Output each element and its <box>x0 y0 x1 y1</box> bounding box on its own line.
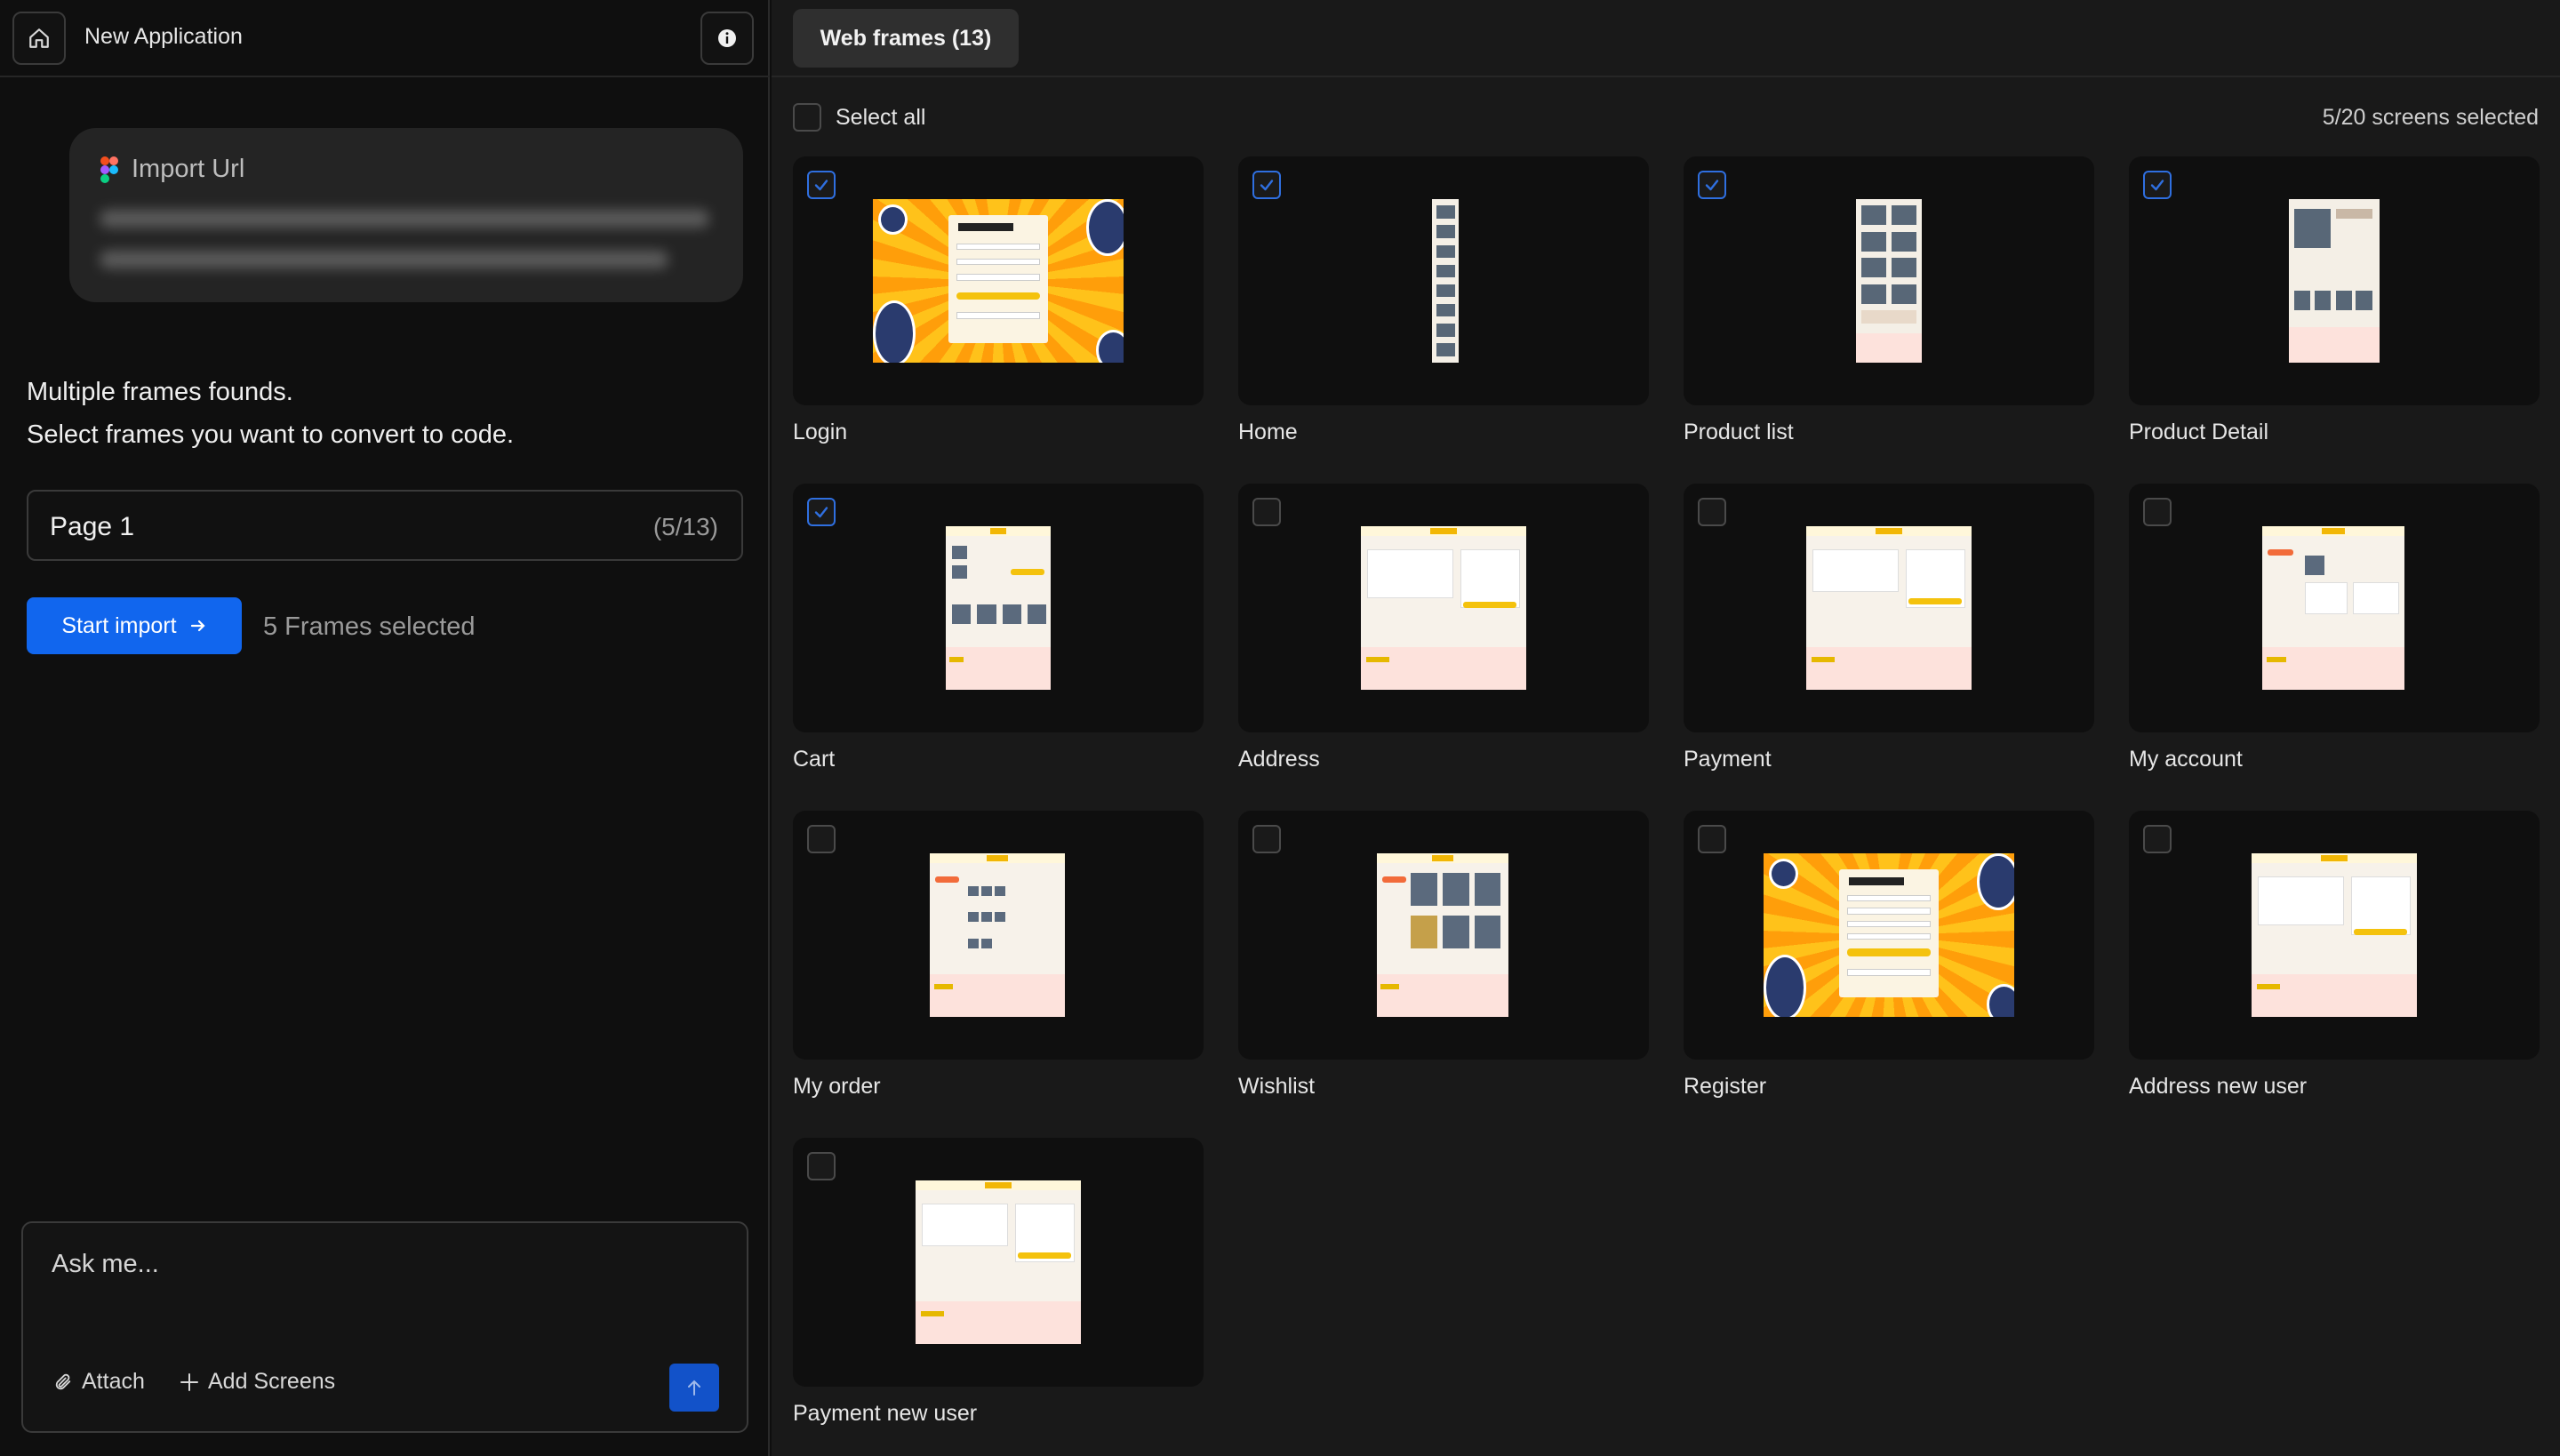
frame-label: Payment <box>1684 747 1772 772</box>
frame-label: Payment new user <box>793 1401 978 1426</box>
arrow-up-icon <box>688 1380 700 1396</box>
page-select[interactable]: Page 1 (5/13) <box>27 490 743 561</box>
check-icon <box>814 507 828 518</box>
frame-thumbnail <box>873 199 1124 363</box>
frame-preview[interactable] <box>1238 484 1649 732</box>
plus-icon <box>180 1372 198 1391</box>
frame-checkbox[interactable] <box>807 825 836 853</box>
frame-preview[interactable] <box>2129 156 2540 405</box>
frame-checkbox[interactable] <box>2143 171 2172 199</box>
frame-preview[interactable] <box>793 156 1204 405</box>
frame-thumbnail <box>1856 199 1922 363</box>
chat-box[interactable]: Ask me... Attach Add Screens <box>21 1221 748 1433</box>
select-all-label: Select all <box>836 104 926 130</box>
left-panel: New Application Import Url Multiple fram… <box>0 0 770 1456</box>
frame-label: Cart <box>793 747 836 772</box>
start-import-label: Start import <box>61 612 177 638</box>
info-button[interactable] <box>700 12 754 65</box>
add-screens-label: Add Screens <box>208 1369 336 1394</box>
frame-checkbox[interactable] <box>2143 825 2172 853</box>
frame-preview[interactable] <box>1238 811 1649 1060</box>
check-icon <box>2150 180 2164 191</box>
status-message: Multiple frames founds. <box>27 378 293 406</box>
start-import-button[interactable]: Start import <box>27 597 242 654</box>
frame-checkbox[interactable] <box>1698 171 1726 199</box>
instruction-message: Select frames you want to convert to cod… <box>27 420 515 449</box>
frame-label: Address <box>1238 747 1320 772</box>
frame-checkbox[interactable] <box>1252 825 1281 853</box>
blurred-url-line <box>100 251 668 268</box>
frames-header: Web frames (13) <box>772 0 2560 77</box>
frame-preview[interactable] <box>793 484 1204 732</box>
frame-thumbnail <box>1806 526 1972 690</box>
frame-preview[interactable] <box>793 1138 1204 1387</box>
screens-selected-count: 5/20 screens selected <box>2322 105 2539 130</box>
tab-web-frames[interactable]: Web frames (13) <box>793 9 1019 68</box>
frame-preview[interactable] <box>1238 156 1649 405</box>
blurred-url-line <box>100 210 709 228</box>
chat-input[interactable]: Ask me... <box>52 1250 159 1279</box>
frame-thumbnail <box>930 853 1065 1017</box>
frame-preview[interactable] <box>1684 811 2094 1060</box>
frame-checkbox[interactable] <box>1698 825 1726 853</box>
frame-preview[interactable] <box>2129 484 2540 732</box>
frame-checkbox[interactable] <box>807 498 836 526</box>
frame-thumbnail <box>916 1180 1081 1344</box>
frame-label: My account <box>2129 747 2243 772</box>
frame-thumbnail <box>1361 526 1526 690</box>
page-frame-count: (5/13) <box>652 513 718 540</box>
frame-checkbox[interactable] <box>1252 171 1281 199</box>
frame-thumbnail <box>2252 853 2417 1017</box>
home-button[interactable] <box>12 12 66 65</box>
frame-checkbox[interactable] <box>1252 498 1281 526</box>
import-url-label: Import Url <box>132 155 245 183</box>
frame-label: Product Detail <box>2129 420 2269 444</box>
add-screens-button[interactable]: Add Screens <box>180 1369 335 1395</box>
check-icon <box>814 180 828 191</box>
frame-checkbox[interactable] <box>807 171 836 199</box>
check-icon <box>1705 180 1719 191</box>
frame-thumbnail <box>1432 199 1459 363</box>
home-icon <box>29 28 49 48</box>
attach-label: Attach <box>82 1369 145 1394</box>
frame-label: Address new user <box>2129 1074 2308 1099</box>
frame-thumbnail <box>1377 853 1508 1017</box>
paperclip-icon <box>55 1373 71 1389</box>
frame-label: Wishlist <box>1238 1074 1316 1099</box>
attach-button[interactable]: Attach <box>53 1369 145 1395</box>
frame-thumbnail <box>946 526 1051 690</box>
frame-preview[interactable] <box>2129 811 2540 1060</box>
info-icon <box>718 29 736 47</box>
left-header: New Application <box>0 0 770 77</box>
frame-preview[interactable] <box>1684 484 2094 732</box>
frame-checkbox[interactable] <box>807 1152 836 1180</box>
frame-label: Register <box>1684 1074 1767 1099</box>
frame-label: Login <box>793 420 848 444</box>
frame-thumbnail <box>1764 853 2014 1017</box>
frame-preview[interactable] <box>793 811 1204 1060</box>
frame-checkbox[interactable] <box>2143 498 2172 526</box>
frame-label: Home <box>1238 420 1298 444</box>
frame-preview[interactable] <box>1684 156 2094 405</box>
import-url-card[interactable]: Import Url <box>69 128 743 302</box>
select-all-row[interactable]: Select all <box>793 103 925 132</box>
frame-thumbnail <box>2289 199 2380 363</box>
frame-thumbnail <box>2262 526 2404 690</box>
frame-label: Product list <box>1684 420 1794 444</box>
send-button[interactable] <box>669 1364 719 1412</box>
arrow-right-icon <box>190 620 205 632</box>
figma-icon <box>100 156 118 183</box>
frames-selected-count: 5 Frames selected <box>263 612 476 641</box>
right-panel: Web frames (13) Select all 5/20 screens … <box>772 0 2560 1456</box>
frame-label: My order <box>793 1074 881 1099</box>
page-name: Page 1 <box>50 512 135 541</box>
check-icon <box>1260 180 1274 191</box>
frame-checkbox[interactable] <box>1698 498 1726 526</box>
app-title: New Application <box>84 24 243 49</box>
select-all-checkbox[interactable] <box>793 103 821 132</box>
